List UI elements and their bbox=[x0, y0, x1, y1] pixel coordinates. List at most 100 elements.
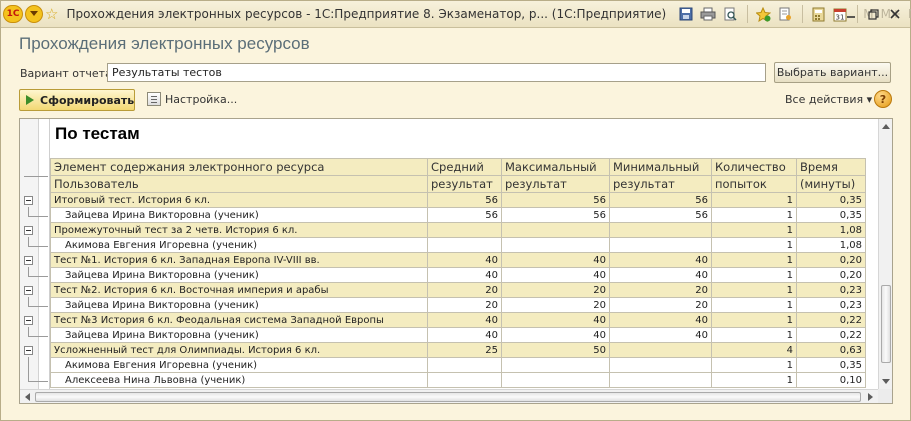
scroll-down-icon[interactable] bbox=[882, 379, 890, 384]
restore-icon bbox=[867, 8, 879, 20]
scroll-up-icon[interactable] bbox=[882, 124, 890, 129]
link-button[interactable] bbox=[775, 4, 795, 24]
vertical-scroll-thumb[interactable] bbox=[881, 285, 891, 363]
horizontal-scroll-thumb[interactable] bbox=[35, 392, 861, 402]
min-cell: 40 bbox=[609, 312, 712, 328]
choose-variant-button[interactable]: Выбрать вариант... bbox=[774, 62, 891, 83]
group-row[interactable]: Усложненный тест для Олимпиады. История … bbox=[50, 342, 866, 358]
tree-line bbox=[28, 357, 29, 381]
column-header: (минуты) bbox=[796, 175, 866, 193]
column-header: Минимальный bbox=[609, 158, 712, 176]
generate-report-button[interactable]: Сформировать bbox=[19, 89, 135, 111]
max-cell bbox=[501, 222, 610, 238]
collapse-group-icon[interactable] bbox=[24, 226, 33, 235]
avg-cell: 40 bbox=[427, 312, 502, 328]
time-cell: 0,10 bbox=[796, 372, 866, 388]
tree-branch bbox=[28, 336, 48, 337]
help-button[interactable]: ? bbox=[874, 90, 892, 108]
max-cell bbox=[501, 372, 610, 388]
all-actions-menu[interactable]: Все действия ▾ bbox=[785, 93, 872, 106]
variant-label: Вариант отчета: bbox=[20, 67, 116, 80]
min-cell: 56 bbox=[609, 192, 712, 208]
help-icon: ? bbox=[879, 92, 887, 106]
print-button[interactable] bbox=[698, 4, 718, 24]
table-row[interactable]: Акимова Евгения Игоревна (ученик) 1 1,08 bbox=[50, 237, 866, 253]
group-row[interactable]: Промежуточный тест за 2 четв. История 6 … bbox=[50, 222, 866, 238]
min-cell: 56 bbox=[609, 207, 712, 223]
scroll-right-icon[interactable] bbox=[868, 393, 873, 401]
min-cell bbox=[609, 237, 712, 253]
calculator-icon bbox=[812, 7, 825, 21]
time-cell: 1,08 bbox=[796, 237, 866, 253]
tree-branch bbox=[28, 216, 48, 217]
variant-field[interactable]: Результаты тестов bbox=[107, 63, 766, 82]
vertical-scrollbar[interactable] bbox=[878, 119, 892, 389]
collapse-group-icon[interactable] bbox=[24, 286, 33, 295]
horizontal-scrollbar[interactable] bbox=[20, 389, 878, 403]
save-button[interactable] bbox=[676, 4, 696, 24]
floppy-icon bbox=[679, 7, 693, 21]
count-cell: 1 bbox=[711, 222, 797, 238]
collapse-group-icon[interactable] bbox=[24, 316, 33, 325]
count-cell: 1 bbox=[711, 357, 797, 373]
time-cell: 0,20 bbox=[796, 252, 866, 268]
time-cell: 1,08 bbox=[796, 222, 866, 238]
time-cell: 0,23 bbox=[796, 282, 866, 298]
favorite-button[interactable]: ☆ bbox=[45, 3, 58, 25]
group-row[interactable]: Тест №3 История 6 кл. Феодальная система… bbox=[50, 312, 866, 328]
report-table: Элемент содержания электронного ресурса … bbox=[50, 158, 866, 388]
report-heading: По тестам bbox=[55, 124, 140, 143]
preview-button[interactable] bbox=[720, 4, 740, 24]
test-name-cell: Тест №1. История 6 кл. Западная Европа I… bbox=[50, 252, 428, 268]
scroll-left-icon[interactable] bbox=[25, 393, 30, 401]
count-cell: 1 bbox=[711, 297, 797, 313]
document-link-icon bbox=[779, 7, 792, 21]
collapse-group-icon[interactable] bbox=[24, 196, 33, 205]
window-title: Прохождения электронных ресурсов - 1С:Пр… bbox=[66, 7, 667, 21]
settings-list-icon bbox=[147, 92, 161, 106]
table-row[interactable]: Акимова Евгения Игоревна (ученик) 1 0,35 bbox=[50, 357, 866, 373]
group-row[interactable]: Итоговый тест. История 6 кл. 56 56 56 1 0,35 bbox=[50, 192, 866, 208]
count-cell: 1 bbox=[711, 192, 797, 208]
group-row[interactable]: Тест №2. История 6 кл. Восточная империя… bbox=[50, 282, 866, 298]
group-row[interactable]: Тест №1. История 6 кл. Западная Европа I… bbox=[50, 252, 866, 268]
settings-button[interactable]: Настройка... bbox=[147, 92, 237, 106]
min-cell bbox=[609, 357, 712, 373]
avg-cell bbox=[427, 237, 502, 253]
collapse-group-icon[interactable] bbox=[24, 346, 33, 355]
minimize-icon bbox=[847, 16, 855, 18]
tree-header-line bbox=[24, 176, 48, 177]
column-header: Максимальный bbox=[501, 158, 610, 176]
table-row[interactable]: Зайцева Ирина Викторовна (ученик) 40 40 40 1… bbox=[50, 267, 866, 283]
table-row[interactable]: Зайцева Ирина Викторовна (ученик) 56 56 56 1… bbox=[50, 207, 866, 223]
min-cell bbox=[609, 372, 712, 388]
minimize-button[interactable] bbox=[841, 4, 861, 24]
restore-button[interactable] bbox=[863, 4, 883, 24]
count-cell: 1 bbox=[711, 207, 797, 223]
add-to-favorites-button[interactable] bbox=[753, 4, 773, 24]
test-name-cell: Итоговый тест. История 6 кл. bbox=[50, 192, 428, 208]
collapse-group-icon[interactable] bbox=[24, 256, 33, 265]
max-cell bbox=[501, 237, 610, 253]
table-row[interactable]: Зайцева Ирина Викторовна (ученик) 40 40 40 1… bbox=[50, 327, 866, 343]
max-cell: 56 bbox=[501, 192, 610, 208]
star-icon: ☆ bbox=[45, 5, 59, 23]
user-name-cell: Зайцева Ирина Викторовна (ученик) bbox=[50, 327, 428, 343]
tree-branch bbox=[28, 306, 48, 307]
table-row[interactable]: Алексеева Нина Львовна (ученик) 1 0,10 bbox=[50, 372, 866, 388]
column-header: попыток bbox=[711, 175, 797, 193]
user-name-cell: Зайцева Ирина Викторовна (ученик) bbox=[50, 297, 428, 313]
table-row[interactable]: Зайцева Ирина Викторовна (ученик) 20 20 20 1… bbox=[50, 297, 866, 313]
window-menu-button[interactable] bbox=[25, 3, 43, 25]
avg-cell: 25 bbox=[427, 342, 502, 358]
tree-branch bbox=[28, 276, 48, 277]
main-menu-button[interactable]: 1С bbox=[3, 3, 23, 25]
calculator-button[interactable] bbox=[808, 4, 828, 24]
column-header: результат bbox=[427, 175, 502, 193]
test-name-cell: Промежуточный тест за 2 четв. История 6 … bbox=[50, 222, 428, 238]
max-cell bbox=[501, 357, 610, 373]
close-button[interactable] bbox=[885, 4, 905, 24]
time-cell: 0,35 bbox=[796, 192, 866, 208]
report-document[interactable]: По тестам Элемент содержания электронног… bbox=[19, 118, 893, 404]
max-cell: 20 bbox=[501, 297, 610, 313]
